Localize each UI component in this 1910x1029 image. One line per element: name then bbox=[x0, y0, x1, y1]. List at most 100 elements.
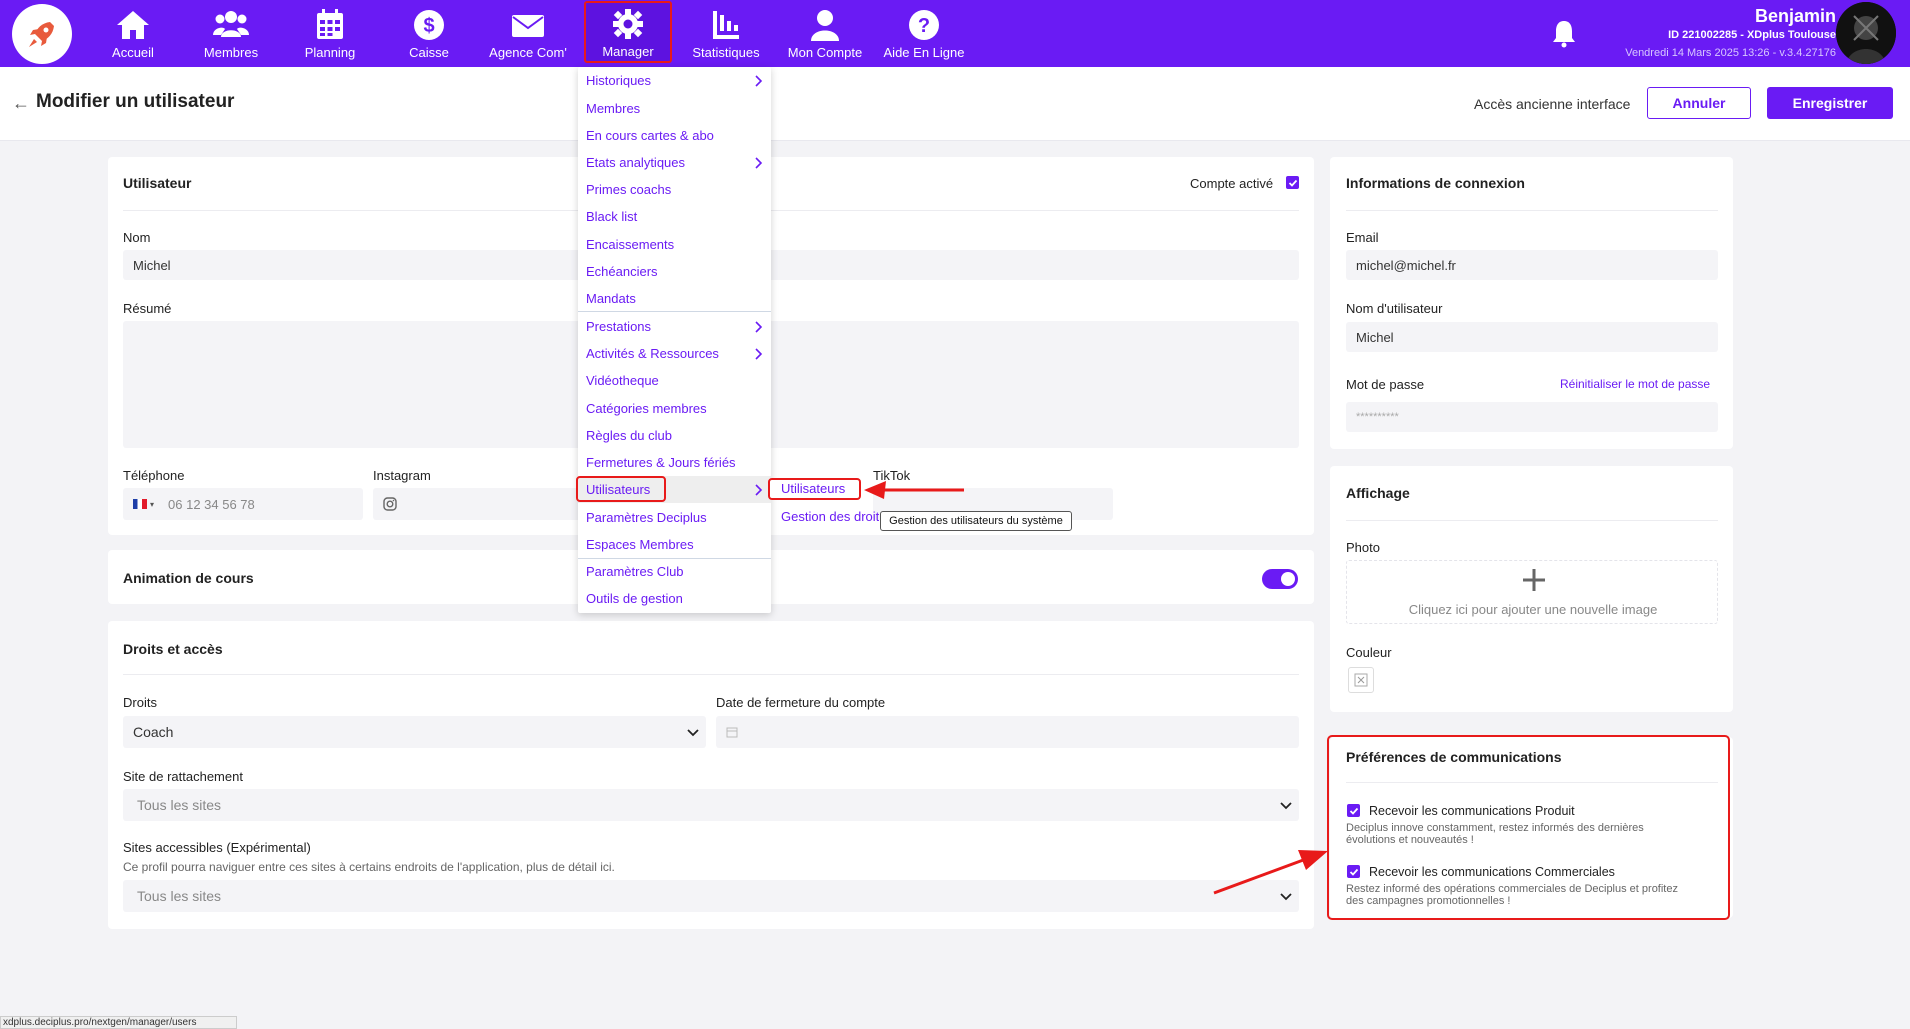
photo-hint: Cliquez ici pour ajouter une nouvelle im… bbox=[1408, 602, 1658, 617]
chevron-right-icon bbox=[755, 484, 763, 496]
divider bbox=[1346, 210, 1718, 211]
photo-dropzone[interactable]: Cliquez ici pour ajouter une nouvelle im… bbox=[1346, 560, 1718, 624]
name-label: Nom bbox=[123, 230, 151, 245]
nav-label: Statistiques bbox=[692, 45, 760, 60]
nav-caisse[interactable]: $ Caisse bbox=[381, 0, 477, 67]
site-label: Site de rattachement bbox=[123, 769, 243, 784]
check-icon bbox=[1288, 179, 1297, 187]
menu-item-paramètres-deciplus[interactable]: Paramètres Deciplus bbox=[586, 510, 707, 525]
back-arrow-icon[interactable]: ← bbox=[12, 93, 30, 114]
menu-separator bbox=[578, 311, 771, 312]
menu-item-historiques[interactable]: Historiques bbox=[586, 73, 651, 88]
email-label: Email bbox=[1346, 230, 1379, 245]
mail-icon bbox=[512, 15, 544, 37]
instagram-input[interactable] bbox=[373, 488, 583, 520]
nav-manager[interactable]: Manager bbox=[584, 1, 672, 63]
username-input[interactable]: Michel bbox=[1346, 322, 1718, 352]
closing-date-input[interactable] bbox=[716, 716, 1299, 748]
nav-membres[interactable]: Membres bbox=[183, 0, 279, 67]
menu-item-en-cours-cartes-abo[interactable]: En cours cartes & abo bbox=[586, 128, 714, 143]
menu-item-primes-coachs[interactable]: Primes coachs bbox=[586, 182, 671, 197]
chevron-right-icon bbox=[755, 75, 763, 87]
france-flag-icon[interactable] bbox=[133, 499, 147, 509]
accessible-sites-label: Sites accessibles (Expérimental) bbox=[123, 840, 311, 855]
color-label: Couleur bbox=[1346, 645, 1392, 660]
reset-password-link[interactable]: Réinitialiser le mot de passe bbox=[1560, 377, 1710, 391]
menu-item-prestations[interactable]: Prestations bbox=[586, 319, 651, 334]
email-input[interactable]: michel@michel.fr bbox=[1346, 250, 1718, 280]
instagram-icon bbox=[383, 497, 397, 511]
avatar[interactable] bbox=[1836, 2, 1896, 64]
menu-item-mandats[interactable]: Mandats bbox=[586, 291, 636, 306]
phone-placeholder: 06 12 34 56 78 bbox=[168, 496, 255, 512]
password-input[interactable]: ********** bbox=[1346, 402, 1718, 432]
nav-label: Membres bbox=[203, 45, 259, 60]
bell-icon[interactable] bbox=[1550, 18, 1578, 48]
menu-item-activités-ressources[interactable]: Activités & Ressources bbox=[586, 346, 719, 361]
menu-item-règles-du-club[interactable]: Règles du club bbox=[586, 428, 672, 443]
menu-separator bbox=[578, 558, 771, 559]
site-select[interactable]: Tous les sites bbox=[123, 789, 1299, 821]
page-title: Modifier un utilisateur bbox=[36, 91, 235, 112]
menu-item-membres[interactable]: Membres bbox=[586, 101, 640, 116]
nav-label: Planning bbox=[304, 45, 356, 60]
menu-item-etats-analytiques[interactable]: Etats analytiques bbox=[586, 155, 685, 170]
rights-label: Droits bbox=[123, 695, 157, 710]
nav-agence-com[interactable]: Agence Com' bbox=[480, 0, 576, 67]
page-header: ← Modifier un utilisateur Accès ancienne… bbox=[0, 67, 1910, 141]
user-account-id: ID 221002285 - XDplus Toulouse bbox=[1668, 29, 1836, 41]
plus-icon bbox=[1523, 569, 1545, 591]
status-bar-url: xdplus.deciplus.pro/nextgen/manager/user… bbox=[0, 1016, 237, 1029]
user-card-title: Utilisateur bbox=[123, 175, 192, 191]
login-card-title: Informations de connexion bbox=[1346, 175, 1525, 191]
account-active-checkbox[interactable] bbox=[1286, 176, 1299, 189]
nav-mon-compte[interactable]: Mon Compte bbox=[777, 0, 873, 67]
rights-card-title: Droits et accès bbox=[123, 641, 223, 657]
color-picker[interactable] bbox=[1348, 667, 1374, 693]
cancel-button[interactable]: Annuler bbox=[1647, 87, 1751, 119]
save-button[interactable]: Enregistrer bbox=[1767, 87, 1893, 119]
menu-item-outils-de-gestion[interactable]: Outils de gestion bbox=[586, 591, 683, 606]
app-logo[interactable] bbox=[12, 4, 72, 64]
chevron-right-icon bbox=[755, 321, 763, 333]
menu-item-encaissements[interactable]: Encaissements bbox=[586, 237, 674, 252]
chevron-right-icon bbox=[755, 157, 763, 169]
close-icon bbox=[1354, 673, 1368, 687]
chevron-down-icon bbox=[1280, 802, 1292, 810]
menu-item-fermetures-jours-fériés[interactable]: Fermetures & Jours fériés bbox=[586, 455, 736, 470]
menu-item-echéanciers[interactable]: Echéanciers bbox=[586, 264, 658, 279]
photo-label: Photo bbox=[1346, 540, 1380, 555]
calendar-icon bbox=[726, 727, 738, 738]
nav-label: Mon Compte bbox=[787, 45, 863, 60]
site-value: Tous les sites bbox=[137, 797, 222, 813]
menu-item-espaces-membres[interactable]: Espaces Membres bbox=[586, 537, 694, 552]
annotation-highlight-box bbox=[1327, 735, 1730, 920]
phone-input[interactable]: ▾ 06 12 34 56 78 bbox=[123, 488, 363, 520]
user-icon bbox=[811, 10, 839, 41]
phone-label: Téléphone bbox=[123, 468, 185, 483]
rights-select[interactable]: Coach bbox=[123, 716, 706, 748]
help-icon: ? bbox=[909, 10, 939, 40]
annotation-arrow-icon bbox=[1213, 850, 1328, 895]
menu-item-vidéotheque[interactable]: Vidéotheque bbox=[586, 373, 659, 388]
menu-item-catégories-membres[interactable]: Catégories membres bbox=[586, 401, 707, 416]
instagram-label: Instagram bbox=[373, 468, 431, 483]
tooltip: Gestion des utilisateurs du système bbox=[880, 511, 1072, 531]
nav-label: Agence Com' bbox=[489, 45, 567, 60]
svg-text:?: ? bbox=[918, 15, 930, 37]
legacy-interface-link[interactable]: Accès ancienne interface bbox=[1474, 96, 1630, 112]
nav-planning[interactable]: Planning bbox=[282, 0, 378, 67]
submenu-item-gestion-des-droits[interactable]: Gestion des droits bbox=[781, 509, 879, 524]
user-name[interactable]: Benjamin bbox=[1755, 6, 1836, 27]
animation-card-title: Animation de cours bbox=[123, 570, 254, 586]
accessible-sites-select[interactable]: Tous les sites bbox=[123, 880, 1299, 912]
submenu-item-utilisateurs[interactable]: Utilisateurs bbox=[781, 481, 845, 496]
summary-label: Résumé bbox=[123, 301, 172, 316]
animation-toggle[interactable] bbox=[1262, 569, 1298, 589]
nav-aide-en-ligne[interactable]: ? Aide En Ligne bbox=[876, 0, 972, 67]
nav-accueil[interactable]: Accueil bbox=[85, 0, 181, 67]
chevron-down-icon[interactable]: ▾ bbox=[150, 500, 154, 509]
nav-statistiques[interactable]: Statistiques bbox=[678, 0, 774, 67]
menu-item-black-list[interactable]: Black list bbox=[586, 209, 637, 224]
menu-item-paramètres-club[interactable]: Paramètres Club bbox=[586, 564, 684, 579]
